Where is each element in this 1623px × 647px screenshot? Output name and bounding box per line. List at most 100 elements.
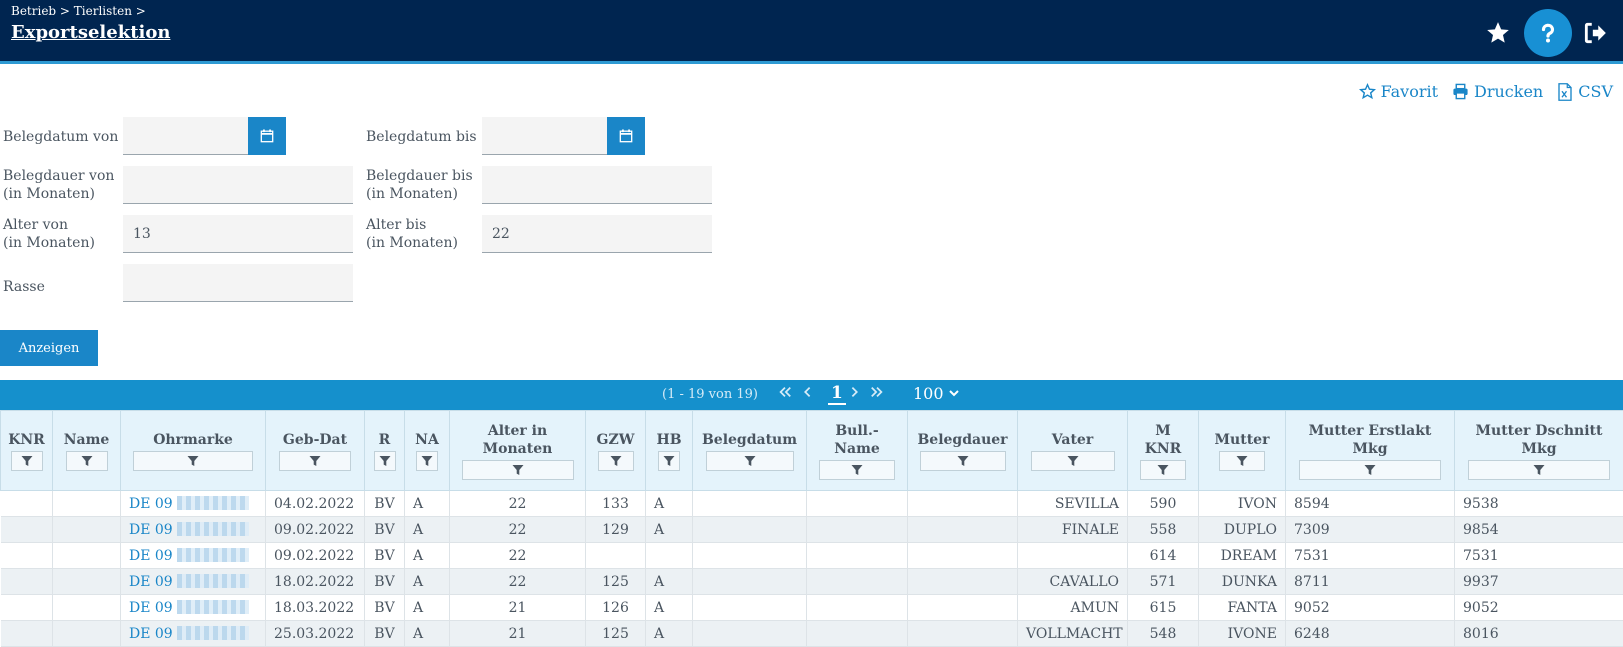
filter-icon[interactable] xyxy=(1140,460,1186,480)
anzeigen-button[interactable]: Anzeigen xyxy=(0,330,98,366)
table-row[interactable]: DE 0925.03.2022BVA21125AVOLLMACHT548IVON… xyxy=(1,621,1623,647)
alter-bis-label-line1: Alter bis xyxy=(366,216,458,234)
page-title[interactable]: Exportselektion xyxy=(11,22,170,43)
column-header[interactable]: Ohrmarke xyxy=(121,411,266,491)
ohrmarke-link[interactable]: DE 09 xyxy=(129,626,173,642)
csv-label: CSV xyxy=(1578,82,1613,101)
cell-belegdauer xyxy=(908,595,1018,621)
table-row[interactable]: DE 0918.02.2022BVA22125ACAVALLO571DUNKA8… xyxy=(1,569,1623,595)
breadcrumb[interactable]: Betrieb > Tierlisten > xyxy=(11,4,146,18)
column-header[interactable]: NA xyxy=(405,411,450,491)
column-header[interactable]: Vater xyxy=(1018,411,1128,491)
cell-hb: A xyxy=(646,517,693,543)
filter-icon[interactable] xyxy=(133,451,253,471)
filter-icon[interactable] xyxy=(66,451,108,471)
cell-ohrmarke[interactable]: DE 09 xyxy=(121,517,266,543)
column-header[interactable]: Belegdatum xyxy=(693,411,807,491)
ohrmarke-link[interactable]: DE 09 xyxy=(129,548,173,564)
column-header-label: Bull.- xyxy=(809,422,905,440)
cell-ohrmarke[interactable]: DE 09 xyxy=(121,569,266,595)
filter-icon[interactable] xyxy=(279,451,351,471)
cell-knr xyxy=(1,491,53,517)
filter-icon[interactable] xyxy=(462,460,574,480)
cell-bull xyxy=(807,491,908,517)
belegdatum-von-input[interactable] xyxy=(123,117,248,155)
column-header[interactable]: Mutter DschnittMkg xyxy=(1455,411,1623,491)
first-page-icon[interactable] xyxy=(778,384,792,403)
page-number[interactable]: 1 xyxy=(828,383,846,405)
column-header[interactable]: HB xyxy=(646,411,693,491)
column-header[interactable]: KNR xyxy=(1,411,53,491)
drucken-link[interactable]: Drucken xyxy=(1452,82,1543,101)
column-header[interactable]: GZW xyxy=(586,411,646,491)
column-header[interactable]: Belegdauer xyxy=(908,411,1018,491)
cell-ohrmarke[interactable]: DE 09 xyxy=(121,543,266,569)
column-header[interactable]: Bull.-Name xyxy=(807,411,908,491)
column-header[interactable]: R xyxy=(365,411,405,491)
column-header-label: GZW xyxy=(588,431,643,449)
filter-icon[interactable] xyxy=(706,451,794,471)
belegdatum-bis-input[interactable] xyxy=(482,117,607,155)
cell-ohrmarke[interactable]: DE 09 xyxy=(121,595,266,621)
ohrmarke-link[interactable]: DE 09 xyxy=(129,496,173,512)
favorit-link[interactable]: Favorit xyxy=(1359,82,1438,101)
calendar-icon xyxy=(260,129,274,143)
ohrmarke-link[interactable]: DE 09 xyxy=(129,574,173,590)
cell-dschnitt: 8016 xyxy=(1455,621,1623,647)
filter-icon[interactable] xyxy=(598,451,634,471)
table-row[interactable]: DE 0909.02.2022BVA22614DREAM75317531 xyxy=(1,543,1623,569)
cell-vater: SEVILLA xyxy=(1018,491,1128,517)
cell-belegdatum xyxy=(693,517,807,543)
cell-bull xyxy=(807,517,908,543)
filter-icon[interactable] xyxy=(1219,451,1265,471)
table-row[interactable]: DE 0904.02.2022BVA22133ASEVILLA590IVON85… xyxy=(1,491,1623,517)
logout-icon[interactable] xyxy=(1574,12,1616,54)
column-header[interactable]: MKNR xyxy=(1128,411,1199,491)
filter-icon[interactable] xyxy=(1031,451,1115,471)
cell-dschnitt: 7531 xyxy=(1455,543,1623,569)
cell-ohrmarke[interactable]: DE 09 xyxy=(121,491,266,517)
filter-icon[interactable] xyxy=(374,451,396,471)
next-page-icon[interactable] xyxy=(849,384,861,403)
filter-icon[interactable] xyxy=(416,451,438,471)
help-icon[interactable] xyxy=(1524,9,1572,57)
filter-icon[interactable] xyxy=(658,451,680,471)
filter-icon[interactable] xyxy=(920,451,1006,471)
star-icon[interactable] xyxy=(1477,12,1519,54)
belegdauer-von-input[interactable] xyxy=(123,166,353,204)
table-row[interactable]: DE 0918.03.2022BVA21126AAMUN615FANTA9052… xyxy=(1,595,1623,621)
column-header[interactable]: Name xyxy=(53,411,121,491)
cell-mutter: DUPLO xyxy=(1199,517,1286,543)
cell-r: BV xyxy=(365,517,405,543)
table-row[interactable]: DE 0909.02.2022BVA22129AFINALE558DUPLO73… xyxy=(1,517,1623,543)
cell-mknr: 548 xyxy=(1128,621,1199,647)
column-header[interactable]: Alter inMonaten xyxy=(450,411,586,491)
filter-icon[interactable] xyxy=(1468,460,1610,480)
rasse-input[interactable] xyxy=(123,264,353,302)
csv-link[interactable]: CSV xyxy=(1557,82,1613,101)
column-header-label: Mutter xyxy=(1201,431,1283,449)
column-header-label: M xyxy=(1130,422,1196,440)
ohrmarke-link[interactable]: DE 09 xyxy=(129,600,173,616)
filter-icon[interactable] xyxy=(11,451,43,471)
column-header-label: Belegdatum xyxy=(695,431,804,449)
belegdatum-von-calendar-button[interactable] xyxy=(248,117,286,155)
column-header[interactable]: Geb-Dat xyxy=(266,411,365,491)
filter-icon[interactable] xyxy=(819,460,895,480)
ohrmarke-link[interactable]: DE 09 xyxy=(129,522,173,538)
column-header[interactable]: Mutter xyxy=(1199,411,1286,491)
alter-bis-input[interactable] xyxy=(482,215,712,253)
cell-hb xyxy=(646,543,693,569)
prev-page-icon[interactable] xyxy=(801,384,813,403)
rows-per-page-dropdown[interactable]: 100 xyxy=(913,384,959,403)
filter-icon[interactable] xyxy=(1299,460,1441,480)
cell-mutter: DREAM xyxy=(1199,543,1286,569)
last-page-icon[interactable] xyxy=(870,384,884,403)
cell-mknr: 614 xyxy=(1128,543,1199,569)
cell-r: BV xyxy=(365,543,405,569)
alter-von-input[interactable] xyxy=(123,215,353,253)
cell-ohrmarke[interactable]: DE 09 xyxy=(121,621,266,647)
belegdauer-bis-input[interactable] xyxy=(482,166,712,204)
belegdatum-bis-calendar-button[interactable] xyxy=(607,117,645,155)
column-header[interactable]: Mutter ErstlaktMkg xyxy=(1286,411,1455,491)
